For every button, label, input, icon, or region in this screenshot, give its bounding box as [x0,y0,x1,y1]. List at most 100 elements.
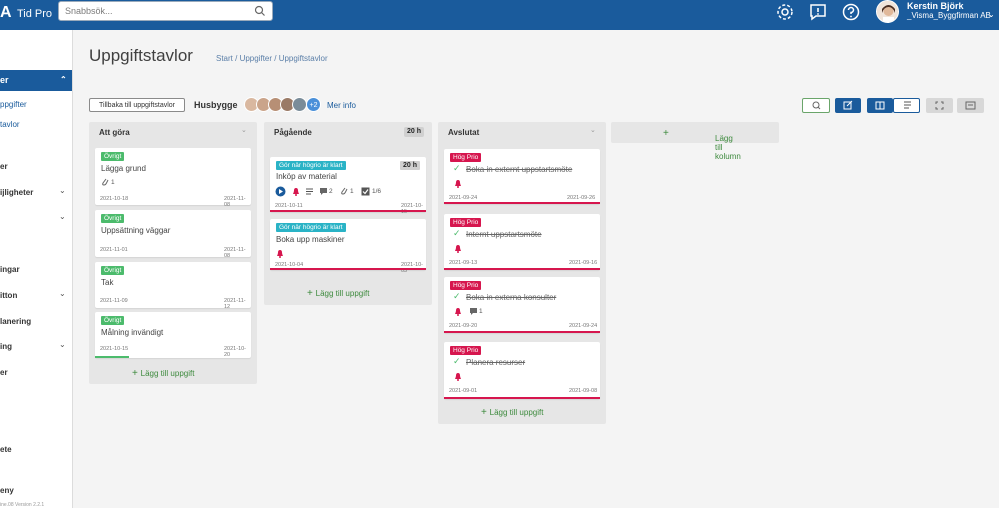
user-avatar[interactable] [876,0,899,23]
search-icon[interactable] [254,5,266,17]
end-date: 2021-11-08 [224,196,246,208]
gear-icon[interactable] [775,2,795,22]
end-date: 2021-09-24 [569,323,598,329]
tag-label: Hög Prio [450,346,482,355]
checklist-icon [361,187,370,196]
more-info-link[interactable]: Mer info [327,101,356,110]
board-name: Husbygge [194,100,238,110]
plus-icon: + [481,407,490,418]
card-title: Lägga grund [101,164,146,173]
progress-bar [270,210,426,212]
sidebar-item[interactable]: er [0,368,8,377]
add-task-button[interactable]: + Lägg till uppgift [132,368,194,379]
help-icon[interactable] [841,2,861,22]
column-menu-icon[interactable]: ⌄ [241,126,247,134]
start-date: 2021-10-18 [100,196,129,202]
user-name[interactable]: Kerstin Björk [907,1,964,11]
chevron-down-icon: ⌄ [59,289,66,298]
plus-icon: + [663,128,669,139]
bell-icon [455,245,461,253]
breadcrumb[interactable]: Start / Uppgifter / Uppgiftstavlor [216,54,328,63]
chevron-down-icon[interactable]: ⌄ [988,10,995,19]
board-column-todo: Att göra ⌄ Övrigt Lägga grund 1 2021-10-… [89,122,257,384]
tag-label: Övrigt [101,214,125,223]
tag-label: Övrigt [101,266,125,275]
column-title[interactable]: Att göra [99,128,130,137]
comment-count: 2 [329,188,333,195]
top-bar: A Tid Pro Kerstin Björk _Visma_Byggfirma… [0,0,999,30]
progress-bar [444,331,600,333]
search-icon [812,101,821,110]
sidebar-item[interactable]: itton [0,291,17,300]
column-menu-icon[interactable]: ⌄ [590,126,596,134]
sidebar-sub-item-tavlor[interactable]: tavlor [0,120,20,129]
sidebar-item[interactable]: ete [0,445,12,454]
fullscreen-icon [935,101,944,110]
search-box[interactable] [58,1,273,21]
task-card[interactable]: Hög Prio ✓ Planera resurser 2021-09-01 2… [444,342,600,399]
external-link-button[interactable] [835,98,861,113]
feedback-icon[interactable] [808,2,828,22]
card-icon [965,101,976,110]
chevron-down-icon: ⌄ [59,212,66,221]
list-view-button[interactable] [893,98,920,113]
chevron-up-icon: ⌃ [60,75,67,84]
board-column-in-progress: Pågående 20 h Gör när högrio är klart 20… [264,122,432,305]
sidebar-item[interactable]: lanering [0,317,31,326]
card-title: Internt uppstartsmöte [466,230,542,239]
card-title: Boka upp maskiner [276,235,345,244]
play-icon[interactable] [275,186,286,197]
progress-bar [444,202,600,204]
sidebar-item[interactable]: eny [0,486,14,495]
sidebar-item[interactable]: er [0,162,8,171]
sidebar-item[interactable]: ing [0,342,12,351]
page-title: Uppgiftstavlor [89,46,193,65]
paperclip-icon [102,178,109,186]
plus-icon: + [132,368,141,379]
card-title: Boka in externt uppstartsmöte [466,165,573,174]
end-date: 2021-11-12 [224,298,246,310]
search-input[interactable] [65,6,245,16]
version-text: ine.08 Version 2.2.1 [0,502,45,508]
description-icon [306,188,313,195]
start-date: 2021-11-01 [100,247,128,253]
comment-icon [470,308,477,315]
attachment-count: 1 [111,179,115,186]
task-card[interactable]: Hög Prio ✓ Boka in externa konsulter 1 2… [444,277,600,333]
fullscreen-button[interactable] [926,98,953,113]
task-card[interactable]: Hög Prio ✓ Boka in externt uppstartsmöte… [444,149,600,204]
sidebar-item-active[interactable]: er ⌃ [0,70,72,91]
app-logo[interactable]: A [0,4,12,22]
add-task-button[interactable]: + Lägg till uppgift [307,288,369,299]
column-title[interactable]: Pågående [274,128,312,137]
task-card[interactable]: Hög Prio ✓ Internt uppstartsmöte 2021-09… [444,214,600,270]
column-view-button[interactable] [867,98,893,113]
tag-label: Hög Prio [450,281,482,290]
more-members-badge[interactable]: +2 [306,97,321,112]
user-company[interactable]: _Visma_Byggfirman AB [907,11,991,20]
task-card[interactable]: Övrigt Målning invändigt 2021-10-15 2021… [95,312,251,358]
task-card[interactable]: Övrigt Tak 2021-11-09 2021-11-12 [95,262,251,310]
task-card[interactable]: Övrigt Lägga grund 1 2021-10-18 2021-11-… [95,148,251,208]
end-date: 2021-10-20 [224,346,247,358]
sidebar: er ⌃ ppgifter tavlor er ijligheter ⌄ ⌄ i… [0,30,73,508]
task-card[interactable]: Gör när högrio är klart Boka upp maskine… [270,219,426,274]
add-task-button[interactable]: + Lägg till uppgift [481,407,543,418]
sidebar-item[interactable]: ingar [0,265,20,274]
card-title: Tak [101,278,114,287]
task-card[interactable]: Gör när högrio är klart 20 h Inköp av ma… [270,157,426,215]
avatar[interactable] [292,97,307,112]
attachment-count: 1 [350,188,354,195]
details-view-button[interactable] [957,98,984,113]
tag-label: Övrigt [101,316,125,325]
column-title[interactable]: Avslutat [448,128,479,137]
start-date: 2021-09-20 [449,323,478,329]
sidebar-item[interactable]: ijligheter [0,188,33,197]
start-date: 2021-09-13 [449,260,478,266]
back-to-boards-button[interactable]: Tillbaka till uppgiftstavlor [89,98,185,112]
search-button[interactable] [802,98,830,113]
task-card[interactable]: Övrigt Uppsättning väggar 2021-11-01 202… [95,210,251,259]
sidebar-sub-item-uppgifter[interactable]: ppgifter [0,100,27,109]
comment-count: 1 [479,308,483,315]
add-column-button[interactable]: + Lägg till kolumn [611,122,779,161]
